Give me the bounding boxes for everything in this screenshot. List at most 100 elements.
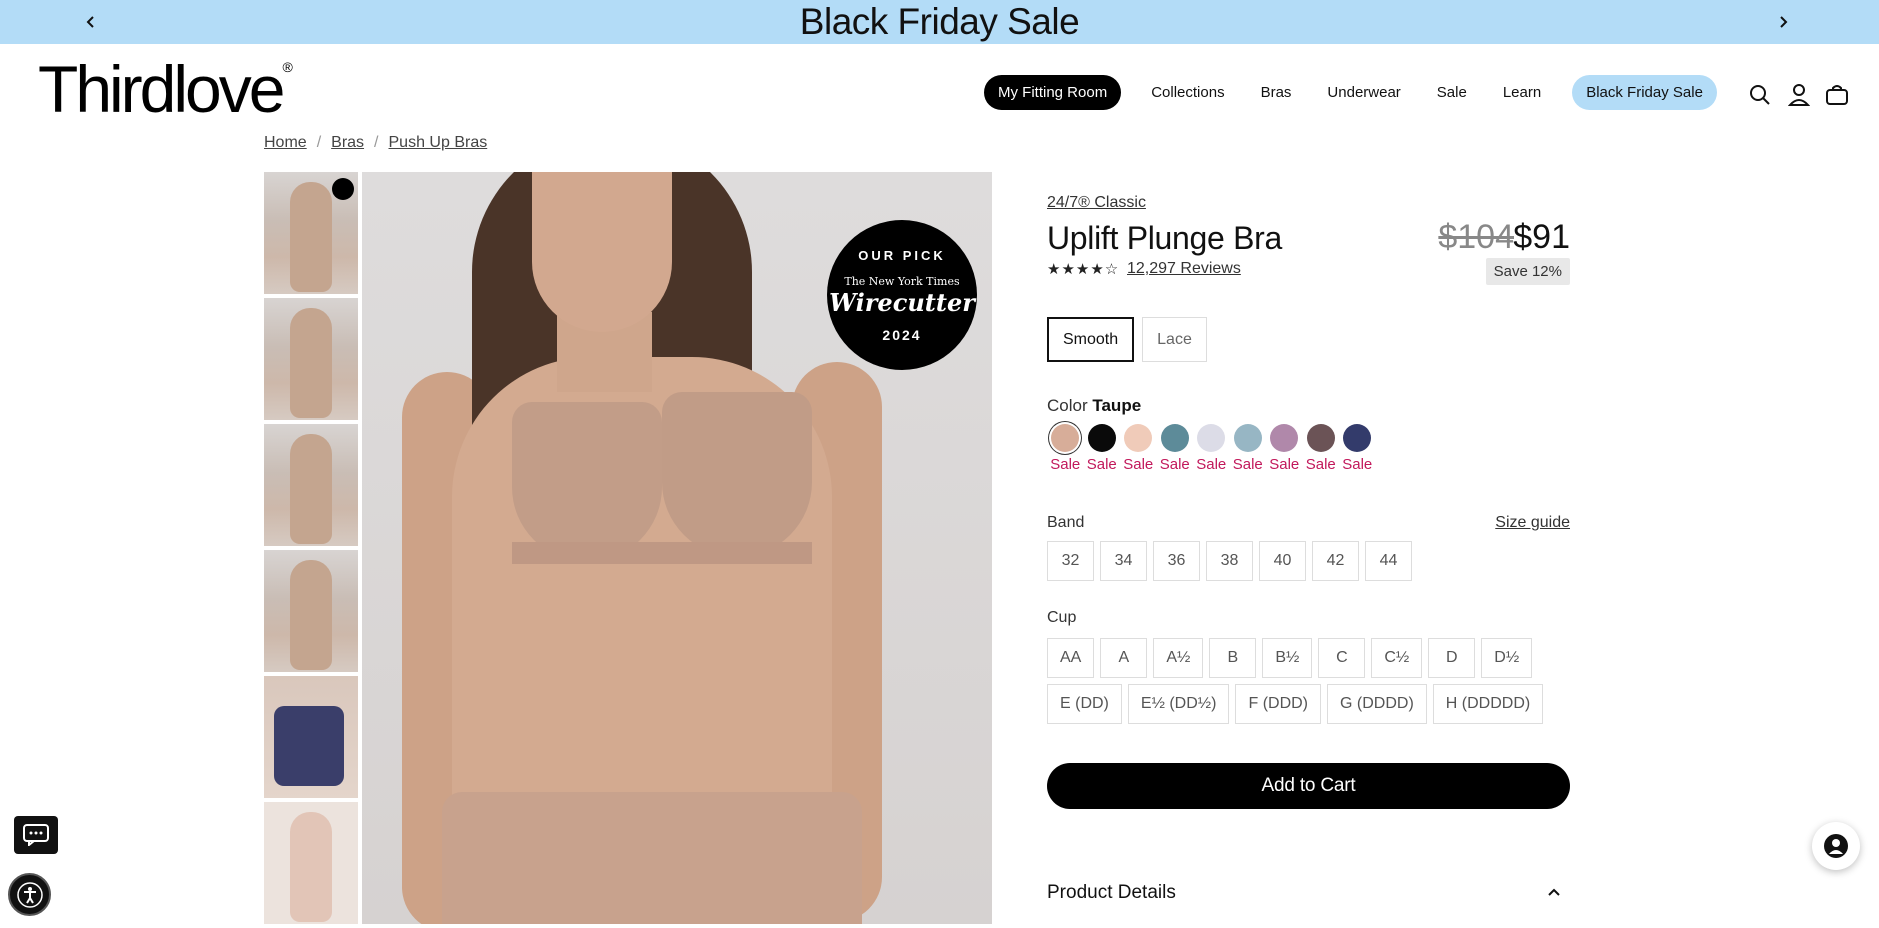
breadcrumb-home[interactable]: Home	[264, 134, 307, 152]
breadcrumb-push-up-bras[interactable]: Push Up Bras	[389, 134, 488, 152]
band-option[interactable]: 42	[1312, 541, 1359, 581]
band-label: Band	[1047, 514, 1085, 531]
band-option[interactable]: 32	[1047, 541, 1094, 581]
reviews-link[interactable]: 12,297 Reviews	[1127, 260, 1241, 278]
color-option[interactable]: Sale	[1193, 424, 1230, 473]
logo[interactable]: Thirdlove®	[38, 56, 293, 122]
main-nav: My Fitting Room Collections Bras Underwe…	[984, 74, 1717, 110]
nav-black-friday-sale[interactable]: Black Friday Sale	[1572, 74, 1717, 110]
thumbnail-1[interactable]	[264, 172, 358, 294]
save-badge: Save 12%	[1485, 258, 1570, 285]
image-thumbnails	[264, 172, 358, 928]
color-label: Color Taupe	[1047, 396, 1142, 415]
color-swatch[interactable]	[1124, 424, 1153, 452]
cup-option[interactable]: A½	[1153, 638, 1204, 678]
cup-option[interactable]: AA	[1047, 638, 1095, 678]
band-options: 32 34 36 38 40 42 44	[1047, 541, 1412, 581]
thumbnail-3[interactable]	[264, 424, 358, 546]
band-option[interactable]: 34	[1100, 541, 1147, 581]
sale-tag: Sale	[1086, 456, 1117, 473]
breadcrumb-separator: /	[374, 134, 379, 151]
cup-option[interactable]: B	[1209, 638, 1257, 678]
fabric-selector: Smooth Lace	[1047, 317, 1207, 362]
fabric-lace[interactable]: Lace	[1142, 317, 1207, 362]
thumbnail-4[interactable]	[264, 550, 358, 672]
color-swatch[interactable]	[1270, 424, 1299, 452]
sale-tag: Sale	[1269, 456, 1300, 473]
color-swatch[interactable]	[1343, 424, 1372, 452]
cup-option[interactable]: B½	[1262, 638, 1313, 678]
cup-option[interactable]: H (DDDDD)	[1432, 684, 1544, 724]
breadcrumb-bras[interactable]: Bras	[331, 134, 364, 152]
product-main-image[interactable]: OUR PICK The New York Times Wirecutter 2…	[362, 172, 992, 924]
color-option[interactable]: Sale	[1120, 424, 1157, 473]
product-details-label: Product Details	[1047, 882, 1176, 903]
accessibility-icon[interactable]	[8, 873, 51, 916]
color-swatch[interactable]	[1051, 424, 1080, 452]
promo-text[interactable]: Black Friday Sale	[800, 1, 1080, 43]
nav-sale[interactable]: Sale	[1437, 75, 1467, 110]
cup-option[interactable]: G (DDDD)	[1327, 684, 1427, 724]
band-option[interactable]: 44	[1365, 541, 1412, 581]
cup-option[interactable]: F (DDD)	[1235, 684, 1322, 724]
search-icon[interactable]	[1747, 82, 1773, 108]
chevron-right-icon[interactable]	[1768, 8, 1798, 36]
nav-my-fitting-room[interactable]: My Fitting Room	[984, 74, 1122, 110]
cup-option[interactable]: D	[1428, 638, 1476, 678]
price-original: $104	[1438, 218, 1514, 256]
chevron-left-icon[interactable]	[76, 8, 106, 36]
add-to-cart-button[interactable]: Add to Cart	[1047, 763, 1570, 809]
color-option[interactable]: Sale	[1339, 424, 1376, 473]
color-swatch[interactable]	[1233, 424, 1262, 452]
chat-icon[interactable]	[14, 816, 58, 854]
sale-tag: Sale	[1342, 456, 1373, 473]
nav-bras[interactable]: Bras	[1261, 75, 1292, 110]
site-header: Thirdlove® My Fitting Room Collections B…	[0, 44, 1879, 136]
price-sale: $91	[1513, 218, 1570, 256]
cup-options-row-2: E (DD) E½ (DD½) F (DDD) G (DDDD) H (DDDDD)	[1047, 684, 1544, 724]
color-option[interactable]: Sale	[1157, 424, 1194, 473]
color-option[interactable]: Sale	[1266, 424, 1303, 473]
sale-tag: Sale	[1123, 456, 1154, 473]
band-option[interactable]: 36	[1153, 541, 1200, 581]
sale-tag: Sale	[1159, 456, 1190, 473]
rating-stars-icon: ★★★★☆	[1047, 261, 1120, 278]
color-swatch[interactable]	[1306, 424, 1335, 452]
color-option[interactable]: Sale	[1230, 424, 1267, 473]
assistant-icon[interactable]	[1812, 822, 1860, 870]
cup-option[interactable]: C½	[1371, 638, 1423, 678]
color-option[interactable]: Sale	[1303, 424, 1340, 473]
bag-icon[interactable]	[1824, 82, 1850, 108]
color-option[interactable]: Sale	[1047, 424, 1084, 473]
account-icon[interactable]	[1786, 82, 1812, 108]
cup-option[interactable]: C	[1318, 638, 1366, 678]
product-title: Uplift Plunge Bra	[1047, 220, 1283, 256]
cup-option[interactable]: E (DD)	[1047, 684, 1122, 724]
wirecutter-badge: OUR PICK The New York Times Wirecutter 2…	[827, 220, 977, 370]
breadcrumb: Home / Bras / Push Up Bras	[264, 134, 487, 152]
color-swatch[interactable]	[1087, 424, 1116, 452]
selected-color: Taupe	[1092, 396, 1142, 415]
nav-learn[interactable]: Learn	[1503, 75, 1541, 110]
thumbnail-6[interactable]	[264, 802, 358, 924]
cup-option[interactable]: E½ (DD½)	[1127, 684, 1230, 724]
nav-underwear[interactable]: Underwear	[1327, 75, 1400, 110]
thumbnail-5[interactable]	[264, 676, 358, 798]
size-guide-link[interactable]: Size guide	[1495, 514, 1570, 532]
color-swatch[interactable]	[1160, 424, 1189, 452]
collection-link[interactable]: 24/7® Classic	[1047, 194, 1146, 212]
cup-option[interactable]: D½	[1481, 638, 1533, 678]
color-option[interactable]: Sale	[1084, 424, 1121, 473]
band-option[interactable]: 38	[1206, 541, 1253, 581]
award-badge-icon	[332, 178, 354, 200]
product-details-toggle[interactable]: Product Details	[1047, 882, 1570, 904]
band-option[interactable]: 40	[1259, 541, 1306, 581]
cup-option[interactable]: A	[1100, 638, 1148, 678]
color-swatch[interactable]	[1197, 424, 1226, 452]
cup-options-row-1: AA A A½ B B½ C C½ D D½	[1047, 638, 1533, 678]
promo-bar: Black Friday Sale	[0, 0, 1879, 44]
fabric-smooth[interactable]: Smooth	[1047, 317, 1135, 362]
thumbnail-2[interactable]	[264, 298, 358, 420]
sale-tag: Sale	[1050, 456, 1081, 473]
nav-collections[interactable]: Collections	[1151, 75, 1224, 110]
